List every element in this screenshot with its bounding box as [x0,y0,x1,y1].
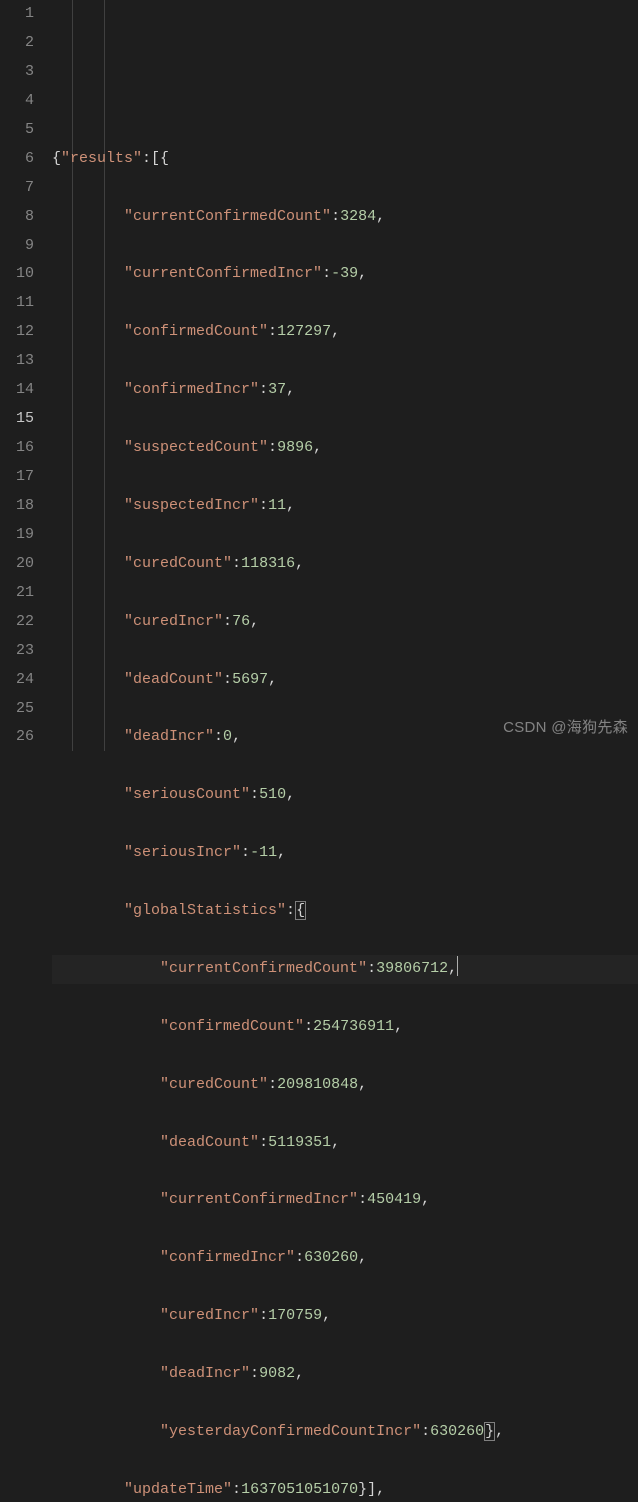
line-number: 21 [0,579,34,608]
code-line[interactable]: "curedIncr":76, [52,608,638,637]
code-line[interactable]: "suspectedCount":9896, [52,434,638,463]
code-line[interactable]: "seriousCount":510, [52,781,638,810]
code-line[interactable]: "globalStatistics":{ [52,897,638,926]
code-line[interactable]: "currentConfirmedIncr":-39, [52,260,638,289]
code-line[interactable]: "currentConfirmedIncr":450419, [52,1186,638,1215]
code-line[interactable]: "confirmedCount":127297, [52,318,638,347]
line-number: 13 [0,347,34,376]
code-line[interactable]: "deadCount":5119351, [52,1129,638,1158]
code-line[interactable]: "suspectedIncr":11, [52,492,638,521]
line-number: 7 [0,174,34,203]
line-number: 15 [0,405,34,434]
line-number: 19 [0,521,34,550]
line-number: 26 [0,723,34,752]
code-line[interactable]: "deadIncr":9082, [52,1360,638,1389]
code-editor[interactable]: 1 2 3 4 5 6 7 8 9 10 11 12 13 14 15 16 1… [0,0,638,751]
line-number: 20 [0,550,34,579]
line-number: 9 [0,232,34,261]
code-line[interactable]: "deadCount":5697, [52,666,638,695]
line-number: 6 [0,145,34,174]
line-number: 10 [0,260,34,289]
line-number: 3 [0,58,34,87]
code-line[interactable]: "confirmedIncr":37, [52,376,638,405]
code-line[interactable]: "currentConfirmedCount":3284, [52,203,638,232]
bracket-match: { [295,901,306,920]
code-line[interactable]: "deadIncr":0, [52,723,638,752]
line-number: 8 [0,203,34,232]
line-number: 2 [0,29,34,58]
line-number: 17 [0,463,34,492]
line-number: 22 [0,608,34,637]
code-area[interactable]: {"results":[{ "currentConfirmedCount":32… [52,0,638,751]
code-line[interactable]: "confirmedIncr":630260, [52,1244,638,1273]
code-line[interactable]: "curedCount":209810848, [52,1071,638,1100]
bracket-match: } [484,1422,495,1441]
code-line[interactable]: "curedCount":118316, [52,550,638,579]
line-number: 18 [0,492,34,521]
line-number: 14 [0,376,34,405]
code-line[interactable]: "confirmedCount":254736911, [52,1013,638,1042]
line-number: 24 [0,666,34,695]
text-cursor [457,956,458,976]
code-line[interactable]: "currentConfirmedCount":39806712, [52,955,638,984]
line-number: 16 [0,434,34,463]
line-number: 25 [0,695,34,724]
line-number: 11 [0,289,34,318]
line-number-gutter: 1 2 3 4 5 6 7 8 9 10 11 12 13 14 15 16 1… [0,0,52,751]
code-line[interactable]: "seriousIncr":-11, [52,839,638,868]
line-number: 1 [0,0,34,29]
code-line[interactable]: {"results":[{ [52,145,638,174]
code-line[interactable]: "curedIncr":170759, [52,1302,638,1331]
line-number: 5 [0,116,34,145]
line-number: 12 [0,318,34,347]
line-number: 4 [0,87,34,116]
code-line[interactable]: "yesterdayConfirmedCountIncr":630260}, [52,1418,638,1447]
line-number: 23 [0,637,34,666]
code-line[interactable]: "updateTime":1637051051070}], [52,1476,638,1502]
